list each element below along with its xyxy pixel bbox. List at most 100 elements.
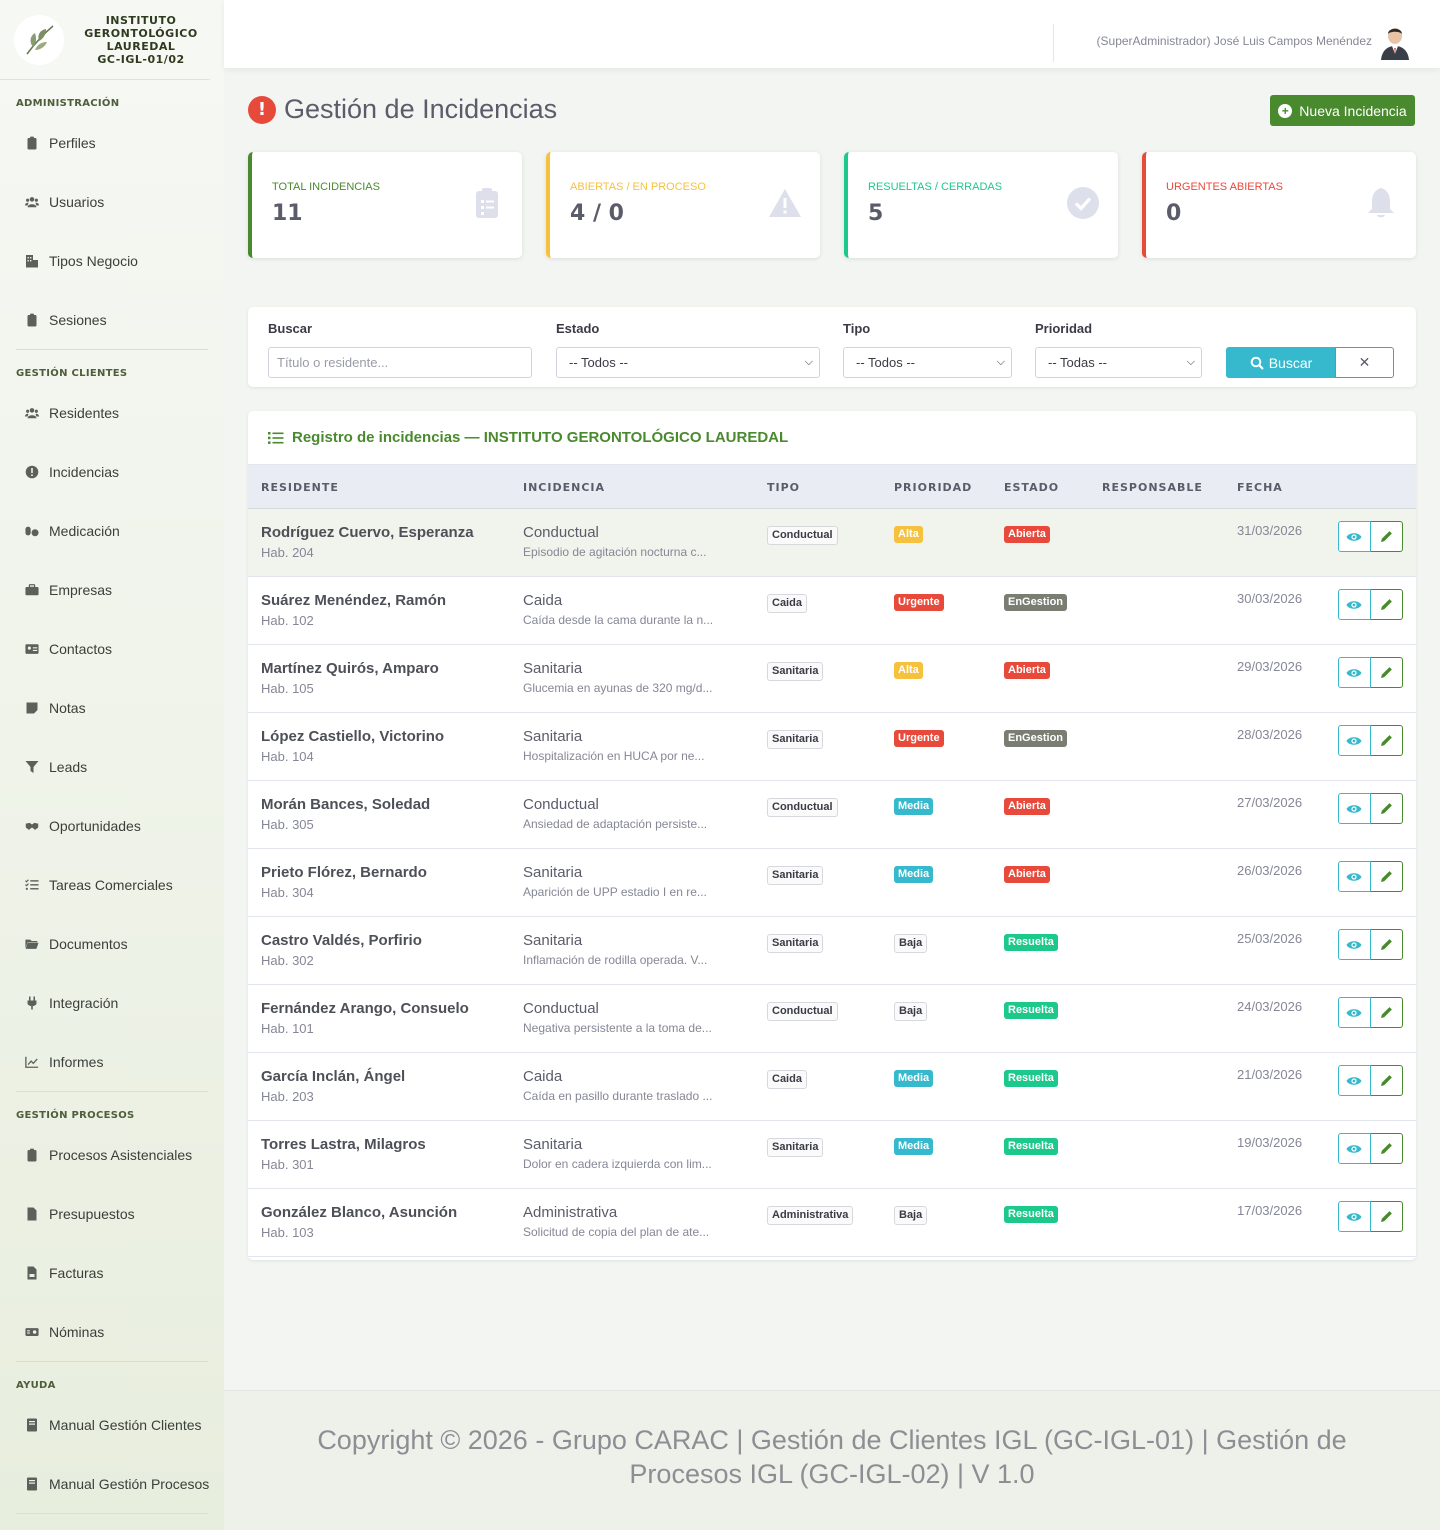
resident-name: Morán Bances, Soledad	[261, 796, 431, 813]
incident-type: Sanitaria	[523, 660, 583, 677]
tipo-badge: Sanitaria	[767, 662, 824, 681]
sidebar-item-contactos[interactable]: Contactos	[0, 619, 224, 678]
edit-button[interactable]	[1370, 657, 1403, 688]
sidebar-item-tareas-comerciales[interactable]: Tareas Comerciales	[0, 855, 224, 914]
clipboard-icon	[25, 136, 39, 150]
edit-button[interactable]	[1370, 1065, 1403, 1096]
view-button[interactable]	[1338, 793, 1371, 824]
table-row[interactable]: Castro Valdés, Porfirio Hab. 302 Sanitaria…	[248, 917, 1416, 985]
eye-icon	[1346, 1144, 1362, 1153]
sidebar-item-medicacion[interactable]: Medicación	[0, 501, 224, 560]
view-button[interactable]	[1338, 997, 1371, 1028]
sidebar-item-integracion[interactable]: Integración	[0, 973, 224, 1032]
sidebar: INSTITUTO GERONTOLÓGICO LAUREDAL GC-IGL-…	[0, 0, 224, 1530]
view-button[interactable]	[1338, 521, 1371, 552]
clipboard-list-icon	[470, 186, 504, 220]
column-header[interactable]: FECHA	[1237, 481, 1283, 494]
view-button[interactable]	[1338, 861, 1371, 892]
edit-button[interactable]	[1370, 725, 1403, 756]
search-input[interactable]: Título o residente...	[268, 347, 532, 378]
eye-icon	[1346, 1212, 1362, 1221]
edit-button[interactable]	[1370, 589, 1403, 620]
sidebar-divider	[16, 1091, 208, 1092]
sidebar-item-procesos-asistenciales[interactable]: Procesos Asistenciales	[0, 1125, 224, 1184]
money-icon	[25, 1325, 39, 1339]
column-header[interactable]: TIPO	[767, 481, 800, 494]
sidebar-item-nominas[interactable]: Nóminas	[0, 1302, 224, 1361]
search-button[interactable]: Buscar	[1226, 347, 1336, 378]
table-row[interactable]: Morán Bances, Soledad Hab. 305 Conductual A…	[248, 781, 1416, 849]
incident-description: Aparición de UPP estadio I en re...	[523, 885, 707, 899]
table-row[interactable]: García Inclán, Ángel Hab. 203 Caida Caída e…	[248, 1053, 1416, 1121]
column-header[interactable]: RESPONSABLE	[1102, 481, 1203, 494]
column-header[interactable]: ESTADO	[1004, 481, 1059, 494]
user-name[interactable]: (SuperAdministrador) José Luis Campos Me…	[1097, 34, 1372, 48]
edit-button[interactable]	[1370, 793, 1403, 824]
view-button[interactable]	[1338, 657, 1371, 688]
table-row[interactable]: Martínez Quirós, Amparo Hab. 105 Sanitaria…	[248, 645, 1416, 713]
edit-button[interactable]	[1370, 929, 1403, 960]
brand[interactable]: INSTITUTO GERONTOLÓGICO LAUREDAL GC-IGL-…	[0, 0, 210, 80]
table-row[interactable]: González Blanco, Asunción Hab. 103 Adminis…	[248, 1189, 1416, 1257]
view-button[interactable]	[1338, 1133, 1371, 1164]
avatar[interactable]	[1378, 24, 1412, 60]
sidebar-item-empresas[interactable]: Empresas	[0, 560, 224, 619]
sidebar-item-documentos[interactable]: Documentos	[0, 914, 224, 973]
prioridad-select[interactable]: -- Todas -- ⌵	[1035, 347, 1202, 378]
table-row[interactable]: Prieto Flórez, Bernardo Hab. 304 Sanitaria…	[248, 849, 1416, 917]
sidebar-item-sesiones[interactable]: Sesiones	[0, 290, 224, 349]
sidebar-item-facturas[interactable]: Facturas	[0, 1243, 224, 1302]
sidebar-item-informes[interactable]: Informes	[0, 1032, 224, 1091]
view-button[interactable]	[1338, 929, 1371, 960]
column-header[interactable]: PRIORIDAD	[894, 481, 972, 494]
column-header[interactable]: RESIDENTE	[261, 481, 339, 494]
page-header: ! Gestión de Incidencias	[248, 94, 557, 125]
table-row[interactable]: Fernández Arango, Consuelo Hab. 101 Conduc…	[248, 985, 1416, 1053]
view-button[interactable]	[1338, 1201, 1371, 1232]
row-actions	[1338, 861, 1403, 892]
clear-filters-button[interactable]: ✕	[1335, 347, 1394, 378]
eye-icon	[1346, 872, 1362, 881]
incident-description: Negativa persistente a la toma de...	[523, 1021, 712, 1035]
chevron-down-icon: ⌵	[804, 356, 813, 368]
sidebar-item-oportunidades[interactable]: Oportunidades	[0, 796, 224, 855]
sidebar-item-manual-gestion-clientes[interactable]: Manual Gestión Clientes	[0, 1395, 224, 1454]
edit-button[interactable]	[1370, 861, 1403, 892]
sidebar-item-leads[interactable]: Leads	[0, 737, 224, 796]
sidebar-item-perfiles[interactable]: Perfiles	[0, 113, 224, 172]
sidebar-item-residentes[interactable]: Residentes	[0, 383, 224, 442]
address-card-icon	[25, 642, 39, 656]
estado-select[interactable]: -- Todos -- ⌵	[556, 347, 820, 378]
edit-button[interactable]	[1370, 1201, 1403, 1232]
sidebar-item-incidencias[interactable]: Incidencias	[0, 442, 224, 501]
edit-button[interactable]	[1370, 521, 1403, 552]
row-actions	[1338, 1065, 1403, 1096]
table-row[interactable]: Torres Lastra, Milagros Hab. 301 Sanitaria…	[248, 1121, 1416, 1189]
view-button[interactable]	[1338, 1065, 1371, 1096]
view-button[interactable]	[1338, 589, 1371, 620]
table-row[interactable]: Suárez Menéndez, Ramón Hab. 102 Caida Caída…	[248, 577, 1416, 645]
tipo-select[interactable]: -- Todos -- ⌵	[843, 347, 1012, 378]
sidebar-item-notas[interactable]: Notas	[0, 678, 224, 737]
sidebar-item-usuarios[interactable]: Usuarios	[0, 172, 224, 231]
footer: Copyright © 2026 - Grupo CARAC | Gestión…	[224, 1390, 1440, 1530]
table-row[interactable]: Rodríguez Cuervo, Esperanza Hab. 204 Condu…	[248, 509, 1416, 577]
search-button-label: Buscar	[1268, 354, 1313, 371]
view-button[interactable]	[1338, 725, 1371, 756]
sidebar-heading: GESTIÓN CLIENTES	[16, 368, 128, 379]
tipo-badge: Conductual	[767, 1002, 838, 1021]
column-header[interactable]: INCIDENCIA	[523, 481, 605, 494]
status-badge: Resuelta	[1004, 1002, 1058, 1019]
pencil-icon	[1380, 599, 1392, 610]
plus-circle-icon: +	[1278, 103, 1293, 118]
estado-value: -- Todos --	[569, 355, 628, 370]
users-icon	[25, 406, 39, 420]
edit-button[interactable]	[1370, 1133, 1403, 1164]
edit-button[interactable]	[1370, 997, 1403, 1028]
sidebar-item-presupuestos[interactable]: Presupuestos	[0, 1184, 224, 1243]
new-incident-button[interactable]: + Nueva Incidencia	[1270, 95, 1415, 126]
table-row[interactable]: López Castiello, Victorino Hab. 104 Sanita…	[248, 713, 1416, 781]
sidebar-item-manual-gestion-procesos[interactable]: Manual Gestión Procesos	[0, 1454, 224, 1513]
stat-cards: TOTAL INCIDENCIAS 11 ABIERTAS / EN PROCESO…	[248, 152, 1416, 258]
sidebar-item-tipos-negocio[interactable]: Tipos Negocio	[0, 231, 224, 290]
